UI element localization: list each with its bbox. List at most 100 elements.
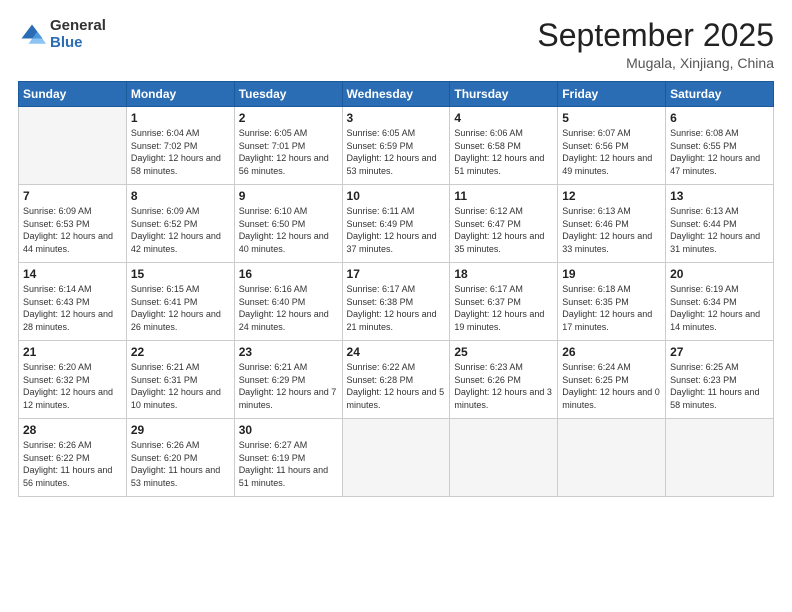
calendar-cell: 19 Sunrise: 6:18 AMSunset: 6:35 PMDayligh… <box>558 263 666 341</box>
day-info: Sunrise: 6:09 AMSunset: 6:52 PMDaylight:… <box>131 205 230 255</box>
calendar-cell: 6Sunrise: 6:08 AMSunset: 6:55 PMDaylight… <box>666 107 774 185</box>
col-header-monday: Monday <box>126 82 234 107</box>
day-number: 8 <box>131 189 230 203</box>
month-title: September 2025 <box>537 18 774 53</box>
day-info: Sunrise: 6:20 AMSunset: 6:32 PMDaylight:… <box>23 361 122 411</box>
calendar-cell: 21 Sunrise: 6:20 AMSunset: 6:32 PMDayligh… <box>19 341 127 419</box>
day-number: 14 <box>23 267 122 281</box>
calendar-cell: 15 Sunrise: 6:15 AMSunset: 6:41 PMDayligh… <box>126 263 234 341</box>
calendar-cell: 30Sunrise: 6:27 AMSunset: 6:19 PMDayligh… <box>234 419 342 497</box>
day-info: Sunrise: 6:17 AMSunset: 6:37 PMDaylight:… <box>454 283 553 333</box>
day-info: Sunrise: 6:23 AMSunset: 6:26 PMDaylight:… <box>454 361 553 411</box>
col-header-sunday: Sunday <box>19 82 127 107</box>
day-info: Sunrise: 6:07 AMSunset: 6:56 PMDaylight:… <box>562 127 661 177</box>
header: General Blue September 2025 Mugala, Xinj… <box>18 18 774 71</box>
calendar-cell: 9 Sunrise: 6:10 AMSunset: 6:50 PMDaylight… <box>234 185 342 263</box>
day-number: 3 <box>347 111 446 125</box>
calendar-cell: 18 Sunrise: 6:17 AMSunset: 6:37 PMDayligh… <box>450 263 558 341</box>
week-row-3: 21 Sunrise: 6:20 AMSunset: 6:32 PMDayligh… <box>19 341 774 419</box>
day-info: Sunrise: 6:26 AMSunset: 6:20 PMDaylight:… <box>131 439 230 489</box>
calendar-cell: 28Sunrise: 6:26 AMSunset: 6:22 PMDayligh… <box>19 419 127 497</box>
calendar-cell <box>19 107 127 185</box>
day-number: 10 <box>347 189 446 203</box>
day-number: 17 <box>347 267 446 281</box>
day-number: 25 <box>454 345 553 359</box>
calendar-cell: 7Sunrise: 6:09 AMSunset: 6:53 PMDaylight… <box>19 185 127 263</box>
day-info: Sunrise: 6:04 AMSunset: 7:02 PMDaylight:… <box>131 127 230 177</box>
col-header-saturday: Saturday <box>666 82 774 107</box>
calendar-cell: 3 Sunrise: 6:05 AMSunset: 6:59 PMDaylight… <box>342 107 450 185</box>
calendar-cell <box>666 419 774 497</box>
day-info: Sunrise: 6:16 AMSunset: 6:40 PMDaylight:… <box>239 283 338 333</box>
week-row-0: 1 Sunrise: 6:04 AMSunset: 7:02 PMDaylight… <box>19 107 774 185</box>
day-info: Sunrise: 6:25 AMSunset: 6:23 PMDaylight:… <box>670 361 769 411</box>
page: General Blue September 2025 Mugala, Xinj… <box>0 0 792 612</box>
day-info: Sunrise: 6:21 AMSunset: 6:29 PMDaylight:… <box>239 361 338 411</box>
calendar-cell: 23 Sunrise: 6:21 AMSunset: 6:29 PMDayligh… <box>234 341 342 419</box>
day-info: Sunrise: 6:18 AMSunset: 6:35 PMDaylight:… <box>562 283 661 333</box>
calendar-cell: 5 Sunrise: 6:07 AMSunset: 6:56 PMDaylight… <box>558 107 666 185</box>
calendar-cell: 24 Sunrise: 6:22 AMSunset: 6:28 PMDayligh… <box>342 341 450 419</box>
day-number: 6 <box>670 111 769 125</box>
day-number: 29 <box>131 423 230 437</box>
day-number: 13 <box>670 189 769 203</box>
calendar-cell: 29 Sunrise: 6:26 AMSunset: 6:20 PMDayligh… <box>126 419 234 497</box>
week-row-2: 14Sunrise: 6:14 AMSunset: 6:43 PMDayligh… <box>19 263 774 341</box>
day-number: 19 <box>562 267 661 281</box>
day-number: 9 <box>239 189 338 203</box>
day-number: 16 <box>239 267 338 281</box>
day-number: 24 <box>347 345 446 359</box>
calendar-cell: 13Sunrise: 6:13 AMSunset: 6:44 PMDayligh… <box>666 185 774 263</box>
day-number: 5 <box>562 111 661 125</box>
day-number: 7 <box>23 189 122 203</box>
day-info: Sunrise: 6:06 AMSunset: 6:58 PMDaylight:… <box>454 127 553 177</box>
day-info: Sunrise: 6:12 AMSunset: 6:47 PMDaylight:… <box>454 205 553 255</box>
calendar-cell: 14Sunrise: 6:14 AMSunset: 6:43 PMDayligh… <box>19 263 127 341</box>
day-info: Sunrise: 6:15 AMSunset: 6:41 PMDaylight:… <box>131 283 230 333</box>
logo-icon <box>18 21 46 49</box>
calendar-cell <box>558 419 666 497</box>
day-number: 18 <box>454 267 553 281</box>
day-info: Sunrise: 6:05 AMSunset: 6:59 PMDaylight:… <box>347 127 446 177</box>
calendar-cell: 10 Sunrise: 6:11 AMSunset: 6:49 PMDayligh… <box>342 185 450 263</box>
calendar-cell <box>450 419 558 497</box>
calendar-cell: 8 Sunrise: 6:09 AMSunset: 6:52 PMDaylight… <box>126 185 234 263</box>
logo-text: General Blue <box>50 18 106 51</box>
day-number: 12 <box>562 189 661 203</box>
col-header-tuesday: Tuesday <box>234 82 342 107</box>
calendar-cell: 12 Sunrise: 6:13 AMSunset: 6:46 PMDayligh… <box>558 185 666 263</box>
day-number: 21 <box>23 345 122 359</box>
day-number: 20 <box>670 267 769 281</box>
day-info: Sunrise: 6:10 AMSunset: 6:50 PMDaylight:… <box>239 205 338 255</box>
day-info: Sunrise: 6:05 AMSunset: 7:01 PMDaylight:… <box>239 127 338 177</box>
day-number: 28 <box>23 423 122 437</box>
calendar-cell: 11 Sunrise: 6:12 AMSunset: 6:47 PMDayligh… <box>450 185 558 263</box>
day-info: Sunrise: 6:11 AMSunset: 6:49 PMDaylight:… <box>347 205 446 255</box>
calendar-cell: 1 Sunrise: 6:04 AMSunset: 7:02 PMDaylight… <box>126 107 234 185</box>
calendar-cell: 20Sunrise: 6:19 AMSunset: 6:34 PMDayligh… <box>666 263 774 341</box>
logo-blue: Blue <box>50 35 106 52</box>
day-number: 15 <box>131 267 230 281</box>
calendar-cell: 2 Sunrise: 6:05 AMSunset: 7:01 PMDaylight… <box>234 107 342 185</box>
day-info: Sunrise: 6:13 AMSunset: 6:46 PMDaylight:… <box>562 205 661 255</box>
day-number: 30 <box>239 423 338 437</box>
day-number: 1 <box>131 111 230 125</box>
calendar-cell: 16 Sunrise: 6:16 AMSunset: 6:40 PMDayligh… <box>234 263 342 341</box>
day-number: 26 <box>562 345 661 359</box>
calendar-cell <box>342 419 450 497</box>
day-number: 11 <box>454 189 553 203</box>
calendar-cell: 27Sunrise: 6:25 AMSunset: 6:23 PMDayligh… <box>666 341 774 419</box>
day-info: Sunrise: 6:24 AMSunset: 6:25 PMDaylight:… <box>562 361 661 411</box>
day-info: Sunrise: 6:22 AMSunset: 6:28 PMDaylight:… <box>347 361 446 411</box>
day-number: 4 <box>454 111 553 125</box>
day-number: 2 <box>239 111 338 125</box>
day-number: 23 <box>239 345 338 359</box>
calendar-table: SundayMondayTuesdayWednesdayThursdayFrid… <box>18 81 774 497</box>
location: Mugala, Xinjiang, China <box>537 55 774 71</box>
logo-general: General <box>50 18 106 35</box>
calendar-cell: 26 Sunrise: 6:24 AMSunset: 6:25 PMDayligh… <box>558 341 666 419</box>
day-info: Sunrise: 6:21 AMSunset: 6:31 PMDaylight:… <box>131 361 230 411</box>
header-row: SundayMondayTuesdayWednesdayThursdayFrid… <box>19 82 774 107</box>
title-block: September 2025 Mugala, Xinjiang, China <box>537 18 774 71</box>
calendar-cell: 22Sunrise: 6:21 AMSunset: 6:31 PMDayligh… <box>126 341 234 419</box>
